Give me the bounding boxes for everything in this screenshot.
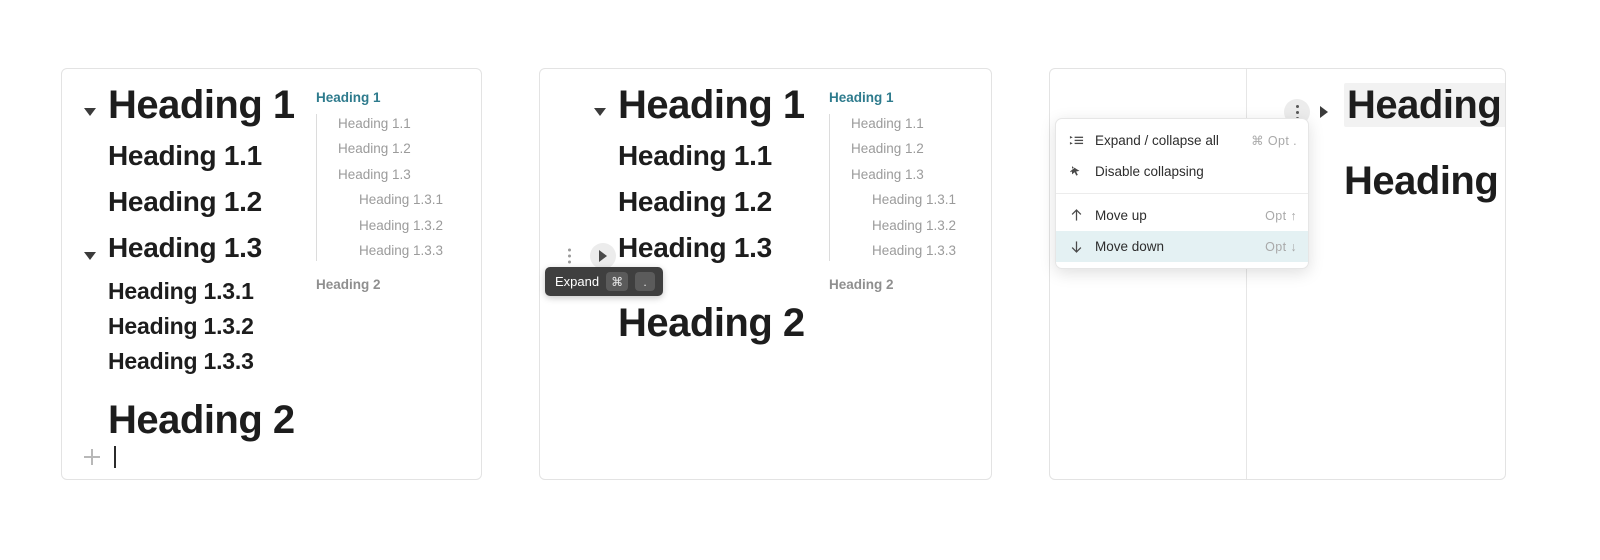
menu-item-label: Disable collapsing bbox=[1095, 164, 1204, 179]
outline-guide-line bbox=[829, 113, 830, 261]
outline-minimap-2: Heading 1 Heading 1.1 Heading 1.2 Headin… bbox=[829, 85, 956, 297]
heading-1-2-text: Heading 1.2 bbox=[618, 186, 772, 217]
menu-item-move-down[interactable]: Move down Opt ↓ bbox=[1056, 231, 1308, 262]
text-cursor bbox=[114, 446, 116, 468]
outline-item-heading-1-3-3[interactable]: Heading 1.3.3 bbox=[317, 238, 443, 264]
collapse-triangle-down-icon[interactable] bbox=[594, 108, 606, 116]
outline-item-heading-1-3-2[interactable]: Heading 1.3.2 bbox=[317, 213, 443, 239]
heading-1-3-1-text: Heading 1.3.1 bbox=[108, 278, 254, 304]
heading-1-3-2-text: Heading 1.3.2 bbox=[108, 313, 254, 339]
menu-item-disable-collapsing[interactable]: Disable collapsing bbox=[1056, 156, 1308, 187]
add-block-row-1[interactable] bbox=[84, 446, 116, 468]
menu-item-expand-collapse-all[interactable]: Expand / collapse all ⌘ Opt . bbox=[1056, 125, 1308, 156]
outline-guide-line bbox=[316, 113, 317, 261]
outline-item-heading-1-3-3[interactable]: Heading 1.3.3 bbox=[830, 238, 956, 264]
heading-block-1-3-3[interactable]: Heading 1.3.3 bbox=[108, 348, 358, 384]
heading-2-text: Heading 2 bbox=[618, 301, 805, 345]
menu-item-move-up[interactable]: Move up Opt ↑ bbox=[1056, 200, 1308, 231]
heading-2-text: Heading 2 bbox=[1344, 159, 1505, 203]
outline-item-heading-1-3-1[interactable]: Heading 1.3.1 bbox=[830, 187, 956, 213]
outline-item-heading-1-3-1[interactable]: Heading 1.3.1 bbox=[317, 187, 443, 213]
list-tree-icon bbox=[1068, 133, 1084, 149]
collapse-triangle-right-icon bbox=[599, 250, 607, 262]
collapse-triangle-down-icon[interactable] bbox=[84, 252, 96, 260]
outline-subgroup: Heading 1.1 Heading 1.2 Heading 1.3 Head… bbox=[316, 111, 443, 264]
expand-toggle-button[interactable] bbox=[590, 243, 616, 269]
heading-2-text: Heading 2 bbox=[108, 398, 295, 442]
outline-item-heading-1-2[interactable]: Heading 1.2 bbox=[317, 136, 443, 162]
outline-item-heading-1-1[interactable]: Heading 1.1 bbox=[830, 111, 956, 137]
outline-item-heading-2[interactable]: Heading 2 bbox=[829, 272, 956, 298]
tooltip-label: Expand bbox=[555, 274, 600, 289]
heading-1-text: Heading 1 bbox=[1344, 83, 1505, 127]
outline-item-heading-1-3-2[interactable]: Heading 1.3.2 bbox=[830, 213, 956, 239]
heading-block-1-3-2[interactable]: Heading 1.3.2 bbox=[108, 313, 358, 349]
heading-block-2[interactable]: Heading 2 bbox=[1344, 141, 1505, 203]
outline-item-heading-1-1[interactable]: Heading 1.1 bbox=[317, 111, 443, 137]
heading-1-2-text: Heading 1.2 bbox=[108, 186, 262, 217]
editor-panel-expanded: Heading 1 Heading 1.1 Heading 1.2 Headin… bbox=[61, 68, 482, 480]
tooltip-key-command: ⌘ bbox=[606, 272, 629, 291]
collapse-triangle-right-icon[interactable] bbox=[1320, 106, 1328, 118]
menu-item-shortcut: ⌘ Opt . bbox=[1251, 134, 1297, 148]
outline-subgroup: Heading 1.1 Heading 1.2 Heading 1.3 Head… bbox=[829, 111, 956, 264]
outline-item-heading-1[interactable]: Heading 1 bbox=[829, 85, 956, 111]
menu-item-label: Expand / collapse all bbox=[1095, 133, 1219, 148]
heading-block-2[interactable]: Heading 2 bbox=[108, 384, 358, 442]
outline-item-heading-1[interactable]: Heading 1 bbox=[316, 85, 443, 111]
menu-item-shortcut: Opt ↓ bbox=[1265, 239, 1297, 254]
menu-separator bbox=[1056, 193, 1308, 194]
menu-item-label: Move down bbox=[1095, 239, 1165, 254]
menu-item-shortcut: Opt ↑ bbox=[1265, 208, 1297, 223]
outline-item-heading-2[interactable]: Heading 2 bbox=[316, 272, 443, 298]
heading-1-1-text: Heading 1.1 bbox=[108, 140, 262, 171]
heading-1-3-text: Heading 1.3 bbox=[618, 232, 772, 263]
screenshot-stage: Heading 1 Heading 1.1 Heading 1.2 Headin… bbox=[0, 0, 1600, 560]
outline-item-heading-1-3[interactable]: Heading 1.3 bbox=[317, 162, 443, 188]
outline-item-heading-1-2[interactable]: Heading 1.2 bbox=[830, 136, 956, 162]
arrow-down-icon bbox=[1068, 239, 1084, 255]
heading-1-3-text: Heading 1.3 bbox=[108, 232, 262, 263]
heading-1-text: Heading 1 bbox=[618, 83, 805, 127]
drag-handle-dots-icon[interactable] bbox=[568, 248, 571, 264]
heading-1-text: Heading 1 bbox=[108, 83, 295, 127]
tooltip-key-period: . bbox=[635, 272, 656, 291]
heading-1-1-text: Heading 1.1 bbox=[618, 140, 772, 171]
heading-1-3-3-text: Heading 1.3.3 bbox=[108, 348, 254, 374]
document-body-3: Heading 1 Heading 2 bbox=[1284, 83, 1505, 203]
arrow-up-icon bbox=[1068, 208, 1084, 224]
cursor-slash-icon bbox=[1068, 164, 1084, 180]
plus-icon[interactable] bbox=[84, 449, 100, 465]
heading-block-1[interactable]: Heading 1 bbox=[1284, 83, 1505, 141]
collapse-triangle-down-icon[interactable] bbox=[84, 108, 96, 116]
menu-item-label: Move up bbox=[1095, 208, 1147, 223]
outline-item-heading-1-3[interactable]: Heading 1.3 bbox=[830, 162, 956, 188]
block-context-menu[interactable]: Expand / collapse all ⌘ Opt . Disable co… bbox=[1055, 118, 1309, 269]
editor-panel-collapsed-hover: Heading 1 Heading 1.1 Heading 1.2 Headin… bbox=[539, 68, 992, 480]
expand-tooltip: Expand ⌘ . bbox=[545, 267, 664, 296]
outline-minimap-1: Heading 1 Heading 1.1 Heading 1.2 Headin… bbox=[316, 85, 443, 297]
